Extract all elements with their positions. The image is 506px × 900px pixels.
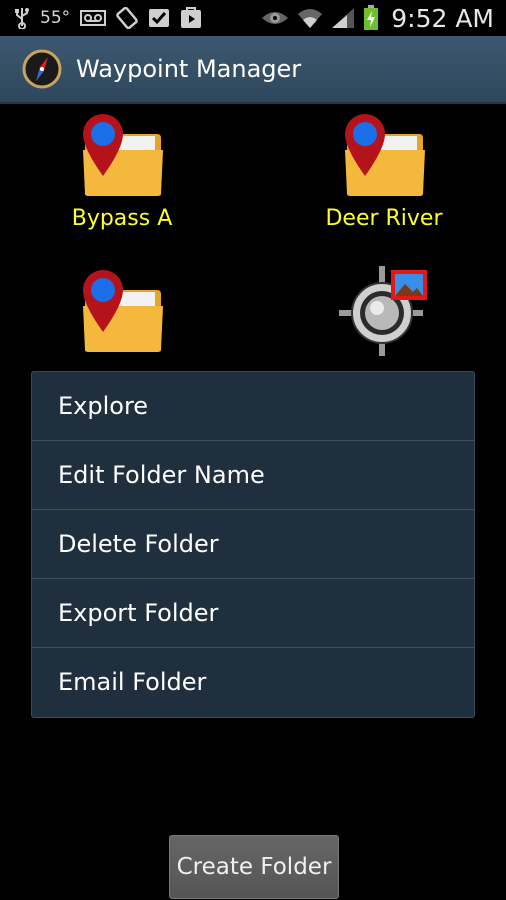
menu-item-explore[interactable]: Explore: [32, 372, 474, 441]
folder-item[interactable]: Bypass A: [22, 110, 222, 231]
menu-item-edit-folder-name[interactable]: Edit Folder Name: [32, 441, 474, 510]
compass-icon[interactable]: [22, 49, 62, 89]
temperature-text: 55°: [40, 8, 71, 28]
folder-item[interactable]: [22, 266, 222, 362]
clock-time: 9:52 AM: [391, 3, 494, 33]
waypoint-folder-icon: [77, 110, 167, 200]
waypoint-folder-icon: [77, 266, 167, 356]
rotation-icon: [116, 7, 138, 29]
folder-item[interactable]: Deer River: [284, 110, 484, 231]
wifi-icon: [297, 7, 323, 29]
folder-item[interactable]: [284, 266, 484, 362]
check-icon: [148, 7, 170, 29]
menu-item-export-folder[interactable]: Export Folder: [32, 579, 474, 648]
app-title: Waypoint Manager: [76, 55, 302, 83]
play-store-icon: [180, 7, 202, 29]
context-menu: Explore Edit Folder Name Delete Folder E…: [31, 371, 475, 718]
action-bar: Waypoint Manager: [0, 36, 506, 104]
voicemail-icon: [80, 10, 107, 26]
eye-icon: [261, 9, 289, 27]
folder-label: Bypass A: [71, 206, 173, 231]
waypoint-folder-icon: [339, 110, 429, 200]
battery-charging-icon: [363, 5, 379, 31]
create-folder-button[interactable]: Create Folder: [169, 835, 339, 899]
menu-item-email-folder[interactable]: Email Folder: [32, 648, 474, 716]
folder-label: Deer River: [325, 206, 443, 231]
crosshair-image-icon: [339, 266, 429, 356]
usb-icon: [14, 7, 30, 29]
menu-item-delete-folder[interactable]: Delete Folder: [32, 510, 474, 579]
signal-icon: [331, 7, 355, 29]
status-bar: 55° 9:52 AM: [0, 0, 506, 36]
